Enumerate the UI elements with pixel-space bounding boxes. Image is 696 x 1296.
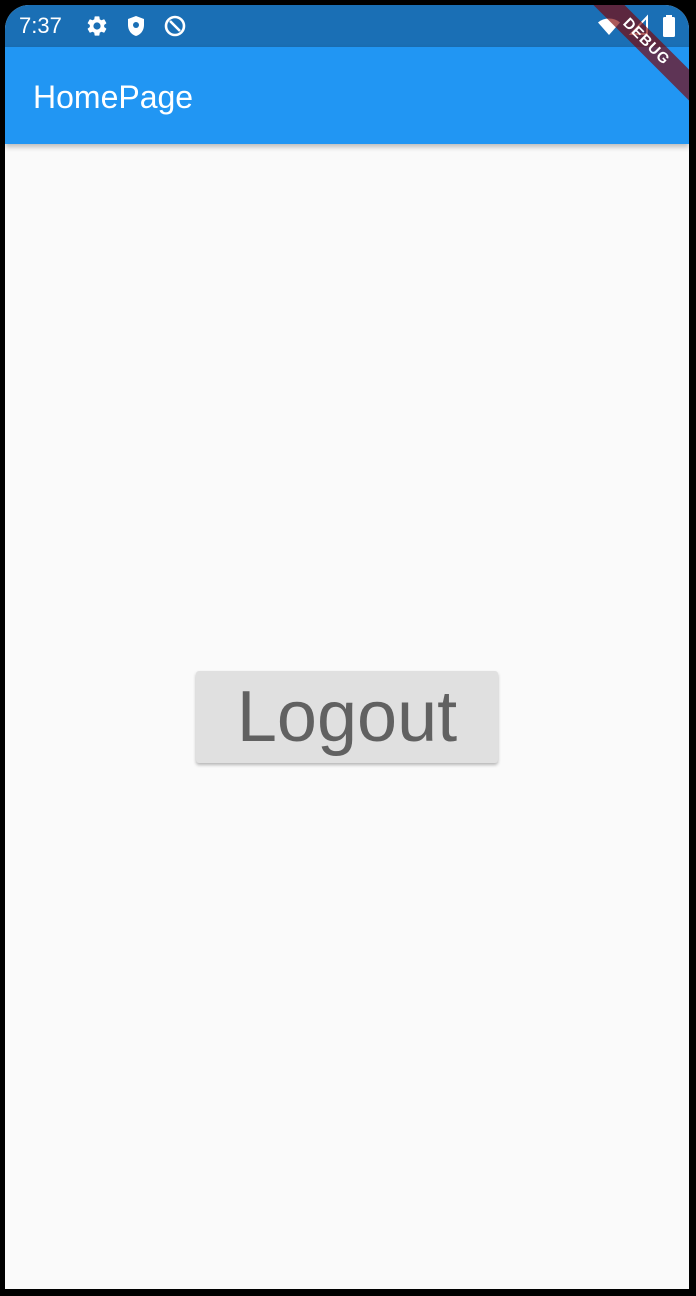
no-disturb-icon bbox=[163, 14, 187, 38]
status-bar: 7:37 bbox=[5, 5, 689, 47]
gear-icon bbox=[85, 14, 109, 38]
logout-button[interactable]: Logout bbox=[196, 671, 498, 763]
wifi-icon bbox=[597, 14, 621, 38]
shield-icon bbox=[124, 14, 148, 38]
page-title: HomePage bbox=[33, 79, 194, 115]
phone-screen: 7:37 HomePage Logout DEBUG bbox=[5, 5, 689, 1289]
status-time: 7:37 bbox=[19, 13, 62, 38]
battery-icon bbox=[657, 14, 681, 38]
content-area: Logout bbox=[5, 144, 689, 1289]
logout-button-label: Logout bbox=[236, 677, 458, 757]
app-bar: HomePage bbox=[5, 47, 689, 144]
signal-icon bbox=[627, 14, 651, 38]
